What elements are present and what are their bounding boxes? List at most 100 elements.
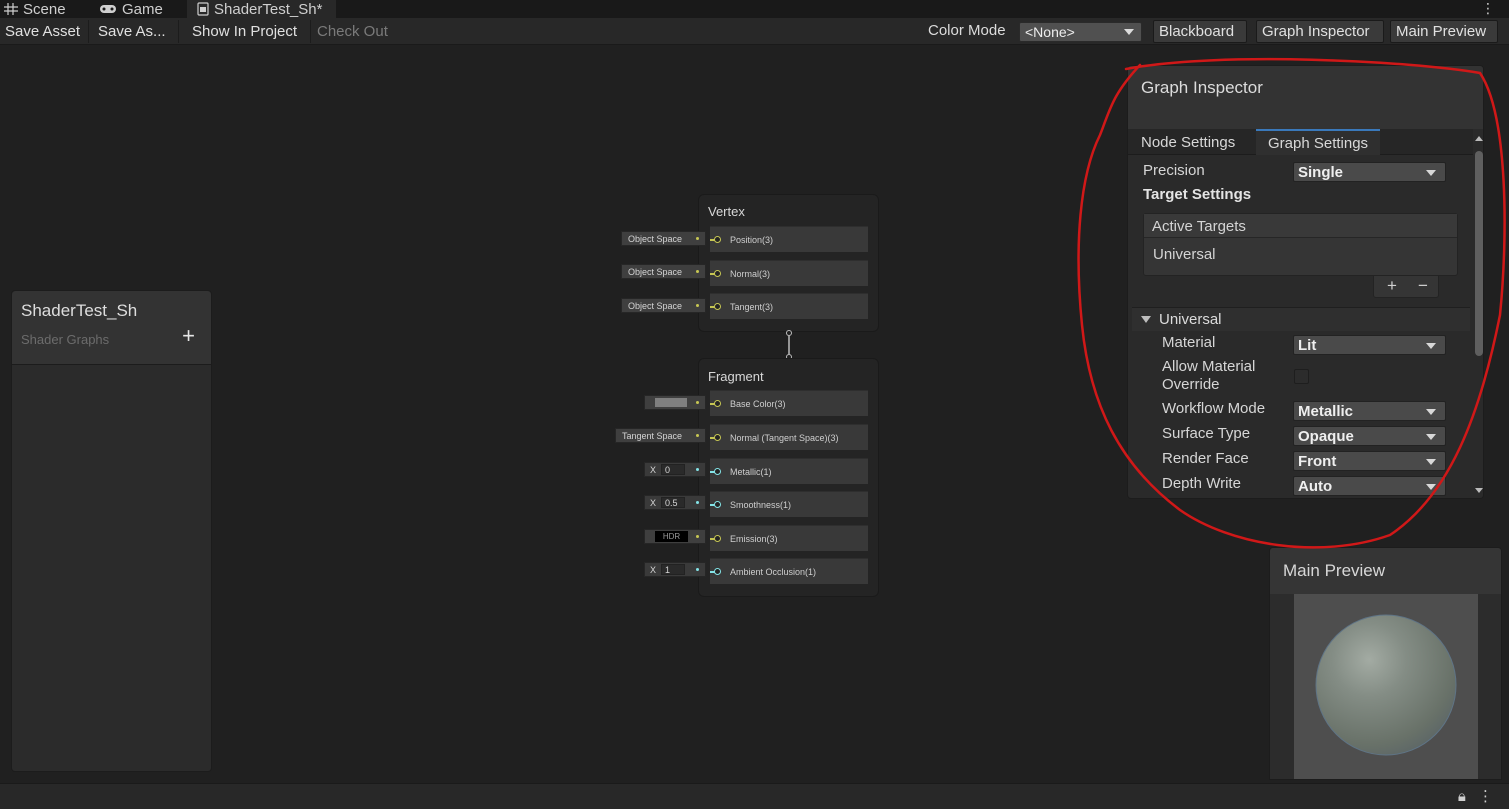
inspector-tabs: Node Settings Graph Settings [1128,129,1473,155]
tab-scene[interactable]: Scene [4,0,66,18]
depth-write-value: Auto [1298,477,1333,495]
port-icon[interactable] [714,468,721,475]
check-out-button[interactable]: Check Out [312,20,399,43]
tangent-space-input[interactable]: Object Space [621,298,706,313]
inspector-scrollbar[interactable] [1473,129,1483,498]
slot-label: Emission(3) [730,534,778,544]
fragment-title: Fragment [708,369,764,384]
vertex-slot-tangent[interactable]: Tangent(3) [710,293,868,319]
port-icon[interactable] [714,400,721,407]
color-mode-select[interactable]: <None> [1019,22,1142,42]
remove-target-button[interactable]: − [1418,276,1428,296]
save-asset-button[interactable]: Save Asset [0,20,89,43]
tab-scene-label: Scene [23,0,66,18]
lock-icon[interactable]: 🔒︎ [1458,788,1466,805]
surface-type-select[interactable]: Opaque [1293,426,1446,446]
precision-value: Single [1298,163,1344,181]
tab-bar: Scene Game ShaderTest_Sh* ⋮ [0,0,1509,18]
port-icon[interactable] [714,535,721,542]
vertex-slot-position[interactable]: Position(3) [710,226,868,252]
vertex-slot-normal[interactable]: Normal(3) [710,260,868,286]
input-value: Object Space [628,266,683,277]
occlusion-value[interactable]: 1 [661,564,685,575]
chevron-down-icon [1426,434,1436,440]
scrollbar-thumb[interactable] [1475,151,1483,356]
fragment-slot-smoothness[interactable]: Smoothness(1) [710,491,868,517]
position-space-input[interactable]: Object Space [621,231,706,246]
slot-label: Tangent(3) [730,302,774,312]
active-targets-list: Active Targets Universal [1143,213,1458,276]
tab-node-settings[interactable]: Node Settings [1129,129,1247,155]
status-icons: 🔒︎ ⋮ [1458,787,1493,805]
x-label: X [650,498,657,508]
base-color-input[interactable] [644,395,706,410]
hdr-swatch[interactable]: HDR [655,531,688,542]
depth-write-select[interactable]: Auto [1293,476,1446,496]
chevron-down-icon [1426,459,1436,465]
active-targets-header: Active Targets [1144,214,1457,238]
scroll-up-icon[interactable] [1475,136,1483,141]
material-value: Lit [1298,336,1317,354]
material-select[interactable]: Lit [1293,335,1446,355]
color-swatch[interactable] [655,398,687,407]
more-icon[interactable]: ⋮ [1481,0,1495,16]
port-icon[interactable] [714,236,721,243]
slot-label: Smoothness(1) [730,500,792,510]
allow-override-checkbox[interactable] [1294,369,1309,384]
port-icon[interactable] [714,434,721,441]
port-icon[interactable] [714,568,721,575]
fragment-slot-ambient-occlusion[interactable]: Ambient Occlusion(1) [710,558,868,584]
slot-label: Position(3) [730,235,774,245]
preview-sphere [1315,614,1457,756]
chevron-down-icon [1426,484,1436,490]
render-face-select[interactable]: Front [1293,451,1446,471]
render-face-label: Render Face [1162,450,1249,467]
port-icon[interactable] [714,270,721,277]
add-property-button[interactable]: + [182,325,195,347]
vertex-context-node[interactable]: Vertex Position(3) Normal(3) Tangent(3) [698,194,879,332]
surface-type-value: Opaque [1298,427,1354,445]
fragment-slot-normal[interactable]: Normal (Tangent Space)(3) [710,424,868,450]
add-target-button[interactable]: + [1387,276,1397,296]
slot-label: Metallic(1) [730,467,772,477]
workflow-mode-select[interactable]: Metallic [1293,401,1446,421]
metallic-input[interactable]: X 0 [644,462,706,477]
preview-title: Main Preview [1283,561,1386,580]
normal-space-input[interactable]: Object Space [621,264,706,279]
tab-graph-settings[interactable]: Graph Settings [1256,129,1381,155]
main-preview-toggle-button[interactable]: Main Preview [1390,20,1498,43]
x-label: X [650,565,657,575]
fragment-slot-emission[interactable]: Emission(3) [710,525,868,551]
color-mode-value: <None> [1025,24,1075,40]
preview-viewport[interactable] [1294,594,1478,779]
scroll-down-icon[interactable] [1475,488,1483,493]
ambient-occlusion-input[interactable]: X 1 [644,562,706,577]
graph-inspector-toggle-button[interactable]: Graph Inspector [1256,20,1384,43]
port-icon[interactable] [714,501,721,508]
fragment-slot-base-color[interactable]: Base Color(3) [710,390,868,416]
tab-shadertest[interactable]: ShaderTest_Sh* [187,0,337,18]
save-as-button[interactable]: Save As... [93,20,179,43]
slot-label: Ambient Occlusion(1) [730,567,817,577]
fragment-slot-metallic[interactable]: Metallic(1) [710,458,868,484]
blackboard-toggle-button[interactable]: Blackboard [1153,20,1247,43]
tab-game[interactable]: Game [99,0,163,18]
metallic-value[interactable]: 0 [661,464,685,475]
show-in-project-button[interactable]: Show In Project [187,20,311,43]
graph-inspector-panel: Graph Inspector Node Settings Graph Sett… [1127,65,1484,499]
smoothness-value[interactable]: 0.5 [661,497,685,508]
normal-space-input[interactable]: Tangent Space [615,428,706,443]
main-preview-panel: Main Preview [1269,547,1502,780]
emission-input[interactable]: HDR [644,529,706,544]
smoothness-input[interactable]: X 0.5 [644,495,706,510]
triangle-down-icon[interactable] [1141,316,1151,323]
universal-section-header[interactable]: Universal [1132,307,1470,331]
precision-select[interactable]: Single [1293,162,1446,182]
chevron-down-icon [1426,409,1436,415]
tab-game-label: Game [122,0,163,18]
render-face-value: Front [1298,452,1337,470]
target-item-universal[interactable]: Universal [1144,238,1457,263]
port-icon[interactable] [714,303,721,310]
more-icon[interactable]: ⋮ [1478,788,1493,805]
fragment-context-node[interactable]: Fragment Base Color(3) Normal (Tangent S… [698,358,879,597]
